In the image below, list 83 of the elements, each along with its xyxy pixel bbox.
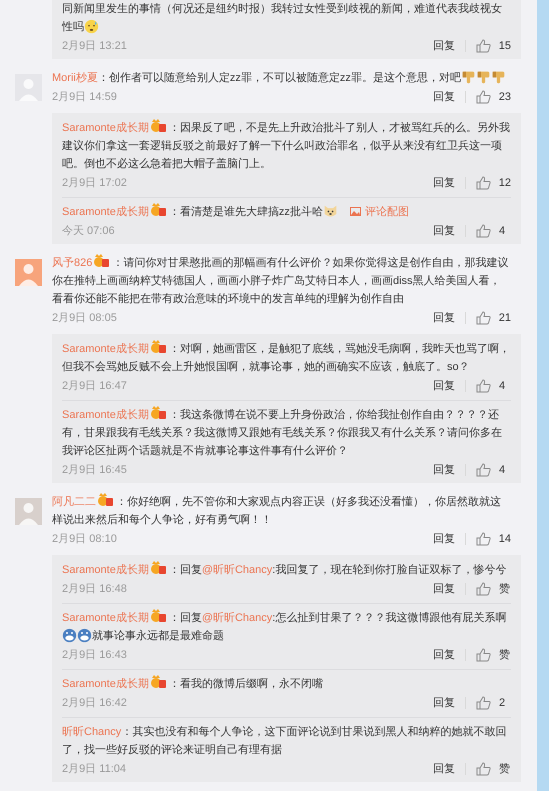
user-name-link[interactable]: 昕昕Chancy	[62, 726, 122, 738]
comment-text: Morii杪夏：创作者可以随意给别人定zz罪，不可以被随意定zz罪。是这个意思，对吧	[52, 69, 511, 87]
like-count: 15	[498, 38, 511, 54]
user-name-link[interactable]: Saramonte成长期	[62, 564, 149, 576]
thumbs-up-icon[interactable]	[476, 696, 491, 710]
dog-face-icon	[322, 204, 338, 219]
shark-face-icon	[62, 628, 77, 643]
comment-text: Saramonte成长期 ：看清楚是谁先大肆搞zz批斗哈 评论配图	[62, 203, 511, 221]
user-name-link[interactable]: Saramonte成长期	[62, 206, 149, 218]
reply-link[interactable]: 回复	[433, 222, 455, 240]
thumbs-down-icon	[476, 70, 491, 85]
reply-link[interactable]: 回复	[433, 694, 455, 712]
comment-time: 2月9日 17:02	[62, 176, 127, 191]
comment-time: 2月9日 13:21	[62, 38, 127, 54]
like-count: 4	[499, 462, 506, 478]
like-count: 赞	[499, 648, 511, 663]
reply-link[interactable]: 回复	[432, 174, 455, 192]
user-name-link[interactable]: Saramonte成长期	[62, 612, 149, 624]
comment-text: 同新闻里发生的事情（何况还是纽约时报）我转过女性受到歧视的新闻，难道代表我歧视女性吗	[62, 2, 503, 36]
comment-text: 阿凡二二 ：你好绝啊，先不管你和大家观点内容正误（好多我还没看懂），你居然敢就这样说出来然后和每个人争论，好有勇气啊！！	[52, 493, 511, 529]
thumbs-up-icon[interactable]	[476, 762, 491, 776]
comment-time: 2月9日 16:42	[62, 696, 127, 711]
like-count: 赞	[499, 582, 511, 597]
reply-link[interactable]: 回复	[433, 462, 455, 478]
reply-link[interactable]: 回复	[433, 760, 455, 778]
avatar[interactable]	[15, 259, 42, 286]
user-name-link[interactable]: Saramonte成长期	[62, 409, 149, 421]
like-count: 赞	[499, 762, 511, 777]
image-icon	[350, 207, 361, 216]
thumbs-down-icon	[460, 70, 476, 85]
like-count: 23	[498, 90, 511, 105]
comment-text: 风予826 ：请问你对甘果憨批画的那幅画有什么评价？如果你觉得这是创作自由，那我建议你在推特上画画纳粹艾特德国人，画画小胖子炸广岛艾特日本人，画画diss黑人给美国人看，看看你还能不能把在带有政治意味的环境中的发言单纯的理解为创作自由	[52, 254, 511, 308]
reply-link[interactable]: 回复	[433, 580, 455, 598]
user-name-link[interactable]: Saramonte成长期	[62, 678, 149, 690]
comment-text: Saramonte成长期 ：回复@昕昕Chancy:我回复了，现在轮到你打脸自证双标了，惨兮兮	[62, 561, 511, 579]
comment-time: 今天 07:06	[62, 224, 115, 239]
reply-link[interactable]: 回复	[432, 530, 455, 548]
reply-link[interactable]: 回复	[432, 38, 455, 54]
comment-time: 2月9日 08:05	[52, 310, 117, 326]
thumbs-up-icon[interactable]	[476, 224, 491, 238]
comment-time: 2月9日 08:10	[52, 532, 117, 547]
comment-text: Saramonte成长期 ：因果反了吧，不是先上升政治批斗了别人，才被骂红兵的么。另外我建议你们拿这一套逻辑反驳之前最好了解一下什么叫政治罪名，似乎从来没有红卫兵这一项吧。倒也不必这么急着把大帽子盖脑门上。	[62, 119, 511, 173]
mention-link[interactable]: @昕昕Chancy	[202, 612, 272, 624]
thumbs-down-icon	[490, 70, 506, 85]
comment-time: 2月9日 16:45	[62, 462, 127, 478]
thumbs-up-icon[interactable]	[476, 176, 491, 190]
mention-link[interactable]: @昕昕Chancy	[202, 564, 272, 576]
thumbs-up-icon[interactable]	[476, 311, 491, 325]
reply-link[interactable]: 回复	[433, 646, 455, 664]
comment-image-link[interactable]: 评论配图	[350, 206, 409, 218]
user-name-link[interactable]: 风予826	[52, 257, 92, 269]
comment-text: Saramonte成长期 ：对啊，她画雷区，是触犯了底线，骂她没毛病啊，我昨天也骂了啊，但我不会骂她反贼不会上升她恨国啊，就事论事，她的画确实不应该，触底了。so？	[62, 340, 511, 376]
reply-link[interactable]: 回复	[432, 88, 455, 106]
like-count: 14	[498, 532, 511, 547]
comment-text: 昕昕Chancy：其实也没有和每个人争论，这下面评论说到甘果说到黑人和纳粹的她就不敢回了，找一些好反驳的评论来证明自己有理有据	[62, 724, 508, 758]
comment-time: 2月9日 16:48	[62, 582, 127, 597]
comment-text: Saramonte成长期 ：我这条微博在说不要上升身份政治，你给我扯创作自由？？？？还有，甘果跟我有毛线关系？我这微博又跟她有毛线关系？你跟我又有什么关系？请问你多在我评论区扯两个话题就是不肯就事论事这件事有什么评价？	[62, 406, 511, 460]
user-name-link[interactable]: 阿凡二二	[52, 496, 96, 508]
like-count: 4	[499, 378, 506, 394]
thumbs-up-icon[interactable]	[476, 582, 491, 596]
user-name-link[interactable]: Morii杪夏	[52, 72, 98, 84]
comment-time: 2月9日 16:47	[62, 378, 127, 394]
like-count: 4	[499, 224, 506, 239]
sweating-face-icon	[84, 19, 99, 34]
comment-time: 2月9日 14:59	[52, 90, 117, 105]
shark-face-icon	[77, 628, 92, 643]
like-count: 12	[498, 176, 511, 191]
comment-time: 2月9日 16:43	[62, 648, 127, 663]
thumbs-up-icon[interactable]	[476, 90, 491, 104]
user-name-link[interactable]: Saramonte成长期	[62, 122, 149, 134]
thumbs-up-icon[interactable]	[476, 379, 491, 393]
like-count: 21	[498, 310, 511, 326]
like-count: 2	[499, 696, 506, 711]
user-name-link[interactable]: Saramonte成长期	[62, 343, 149, 355]
reply-link[interactable]: 回复	[432, 310, 455, 326]
comment-time: 2月9日 11:04	[62, 762, 126, 777]
reply-link[interactable]: 回复	[433, 378, 455, 394]
comment-text: Saramonte成长期 ：看我的微博后缀啊，永不闭嘴	[62, 675, 511, 693]
thumbs-up-icon[interactable]	[476, 532, 491, 546]
thumbs-up-icon[interactable]	[476, 648, 491, 662]
comment-text: Saramonte成长期 ：回复@昕昕Chancy:怎么扯到甘果了？？？我这微博跟他有屁关系啊 就事论事永远都是最难命题	[62, 609, 511, 645]
thumbs-up-icon[interactable]	[476, 39, 491, 53]
thumbs-up-icon[interactable]	[476, 463, 491, 477]
